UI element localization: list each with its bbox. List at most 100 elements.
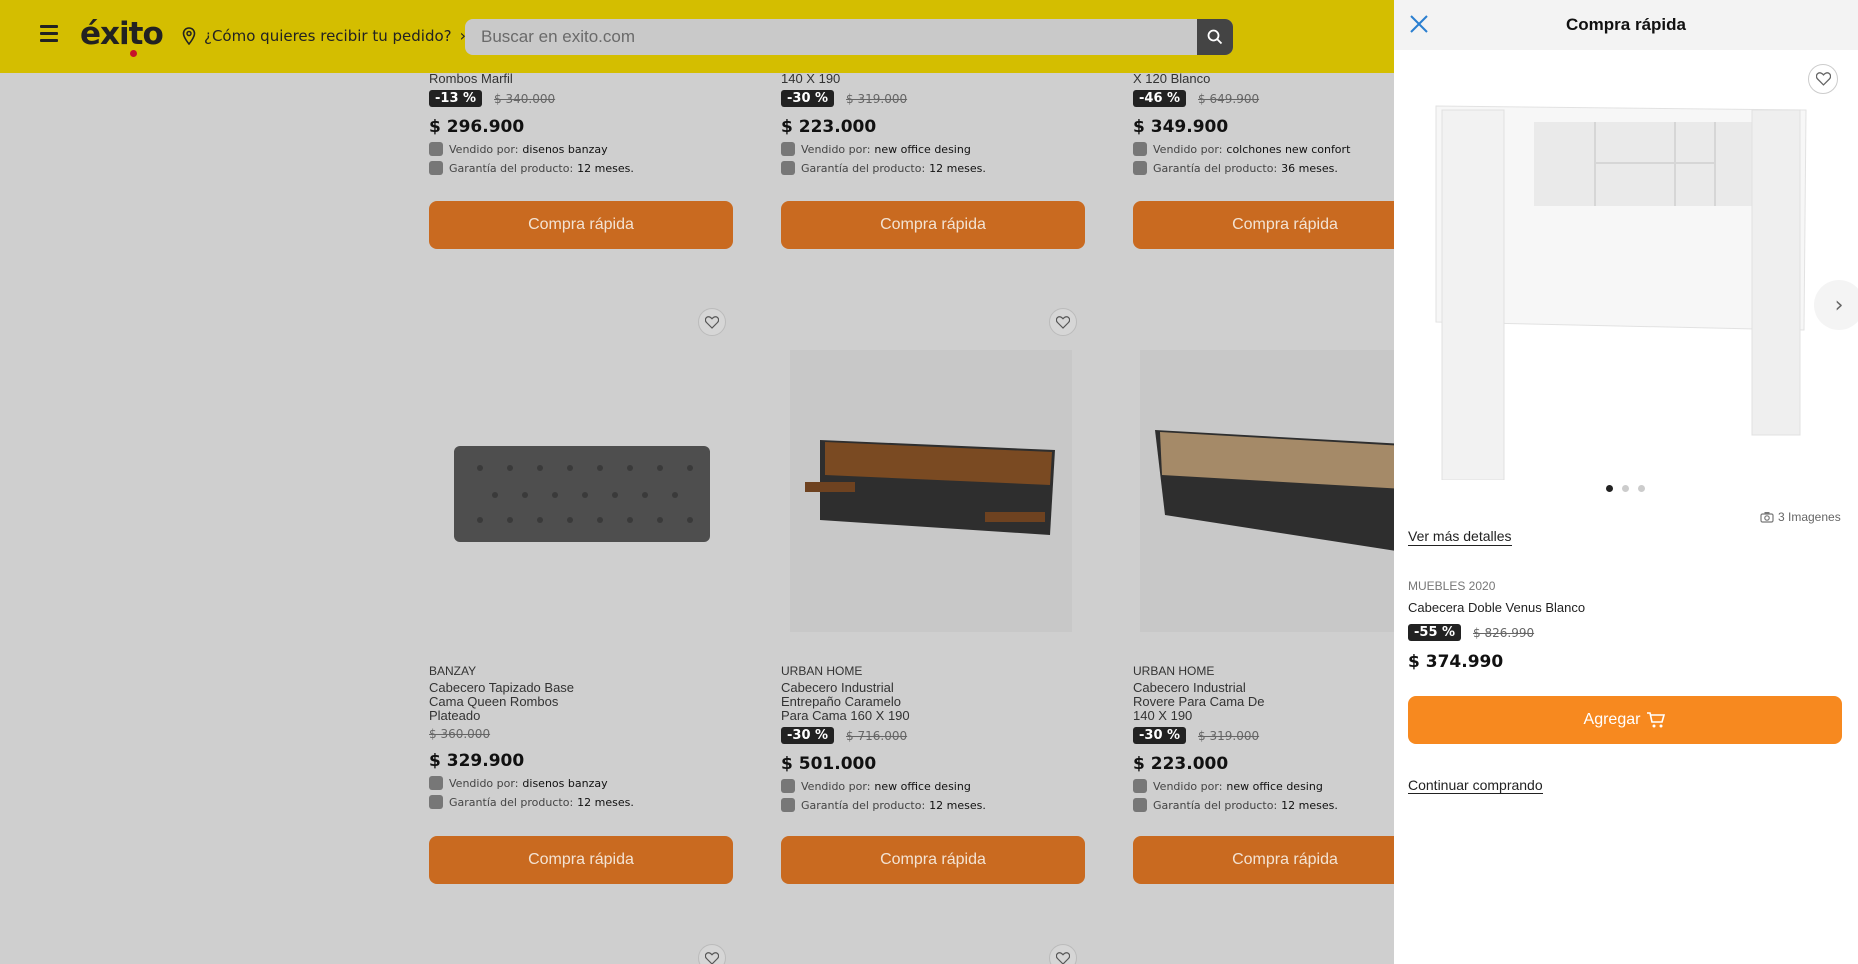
warranty-info: Garantía del producto: 36 meses.	[1133, 161, 1437, 175]
view-more-details-link[interactable]: Ver más detalles	[1408, 528, 1512, 546]
product-name-line1[interactable]: Cabecero Tapizado Base	[429, 681, 733, 695]
product-card: 140 X 190 -30 % $ 319.000 $ 223.000 Vendi…	[781, 72, 1085, 175]
product-name-line2[interactable]: Rovere Para Cama De	[1133, 695, 1437, 709]
price-line: -46 % $ 649.900	[1133, 90, 1437, 107]
warranty-value: 12 meses.	[929, 161, 986, 175]
search-input[interactable]	[465, 19, 1197, 55]
tag-icon	[429, 776, 443, 790]
quick-buy-drawer: Compra rápida › 3 Imagenes Ver más detal…	[1394, 0, 1858, 964]
product-price: $ 223.000	[1133, 754, 1229, 774]
product-name-line2[interactable]: Cama Queen Rombos	[429, 695, 733, 709]
discount-badge: -30 %	[781, 90, 835, 107]
seller-name: new office desing	[1226, 779, 1323, 793]
exito-logo[interactable]: éxito	[80, 16, 164, 57]
product-card: X 120 Blanco -46 % $ 649.900 $ 349.900 Ve…	[1133, 72, 1437, 175]
discount-badge: -46 %	[1133, 90, 1187, 107]
badge-check-icon	[1133, 798, 1147, 812]
old-price: $ 360.000	[429, 727, 491, 741]
old-price: $ 319.000	[846, 91, 908, 106]
badge-check-icon	[429, 161, 443, 175]
tag-icon	[781, 142, 795, 156]
product-price: $ 296.900	[429, 117, 525, 137]
product-card: URBAN HOME Cabecero Industrial Entrepaño…	[781, 664, 1085, 812]
quick-buy-button[interactable]: Compra rápida	[429, 201, 733, 249]
discount-badge: -30 %	[781, 727, 835, 744]
search-button[interactable]	[1197, 19, 1233, 55]
image-next-chevron-icon[interactable]: ›	[1814, 280, 1858, 330]
quick-buy-button[interactable]: Compra rápida	[1133, 836, 1437, 884]
drawer-product-brand: MUEBLES 2020	[1408, 579, 1496, 593]
seller-info: Vendido por: new office desing	[781, 779, 1085, 793]
seller-label: Vendido por:	[449, 142, 519, 156]
seller-info: Vendido por: colchones new confort	[1133, 142, 1437, 156]
quick-buy-button[interactable]: Compra rápida	[429, 836, 733, 884]
favorite-heart-icon[interactable]	[698, 944, 726, 964]
carousel-dot[interactable]	[1606, 485, 1613, 492]
product-image-industrial-rovere-headboard[interactable]	[1140, 350, 1422, 632]
discount-badge: -13 %	[429, 90, 483, 107]
product-name-line1[interactable]: Cabecero Industrial	[1133, 681, 1437, 695]
product-price: $ 349.900	[1133, 117, 1229, 137]
warranty-value: 12 meses.	[929, 798, 986, 812]
drawer-product-price: $ 374.990	[1408, 652, 1504, 672]
tag-icon	[781, 779, 795, 793]
continue-shopping-link[interactable]: Continuar comprando	[1408, 777, 1543, 794]
product-name-line1[interactable]: Cabecero Industrial	[781, 681, 1085, 695]
price-line: -30 % $ 716.000	[781, 727, 1085, 744]
product-name-line2[interactable]: Entrepaño Caramelo	[781, 695, 1085, 709]
warranty-value: 12 meses.	[577, 795, 634, 809]
quick-buy-button[interactable]: Compra rápida	[781, 836, 1085, 884]
discount-badge: -30 %	[1133, 727, 1187, 744]
product-price: $ 501.000	[781, 754, 877, 774]
seller-name: disenos banzay	[522, 776, 608, 790]
old-price: $ 340.000	[494, 91, 556, 106]
product-card: BANZAY Cabecero Tapizado Base Cama Queen…	[429, 664, 733, 809]
product-name-line3[interactable]: Plateado	[429, 709, 733, 723]
old-price: $ 319.000	[1198, 728, 1260, 743]
carousel-dot[interactable]	[1638, 485, 1645, 492]
old-price: $ 826.990	[1473, 625, 1535, 640]
add-to-cart-label: Agregar	[1583, 711, 1641, 728]
price-line: $ 360.000	[429, 727, 733, 741]
camera-icon	[1760, 512, 1774, 523]
product-image-tufted-headboard[interactable]	[440, 350, 722, 632]
product-name[interactable]: X 120 Blanco	[1133, 72, 1437, 86]
quick-buy-button[interactable]: Compra rápida	[781, 201, 1085, 249]
product-brand: URBAN HOME	[1133, 664, 1215, 678]
product-image-industrial-caramel-headboard[interactable]	[790, 350, 1072, 632]
product-brand: BANZAY	[429, 664, 477, 678]
seller-name: new office desing	[874, 142, 971, 156]
seller-label: Vendido por:	[1153, 779, 1223, 793]
old-price: $ 649.900	[1198, 91, 1260, 106]
product-image-white-headboard[interactable]	[1434, 100, 1814, 480]
add-to-cart-button[interactable]: Agregar	[1408, 696, 1842, 744]
menu-hamburger-icon[interactable]	[40, 25, 58, 45]
product-name[interactable]: Rombos Marfil	[429, 72, 733, 86]
warranty-label: Garantía del producto:	[1153, 161, 1278, 175]
seller-name: new office desing	[874, 779, 971, 793]
seller-label: Vendido por:	[801, 779, 871, 793]
price-line: -13 % $ 340.000	[429, 90, 733, 107]
quick-buy-button[interactable]: Compra rápida	[1133, 201, 1437, 249]
warranty-label: Garantía del producto:	[1153, 798, 1278, 812]
product-price: $ 329.900	[429, 751, 525, 771]
drawer-title: Compra rápida	[1566, 15, 1686, 34]
carousel-dot[interactable]	[1622, 485, 1629, 492]
price-line: -30 % $ 319.000	[781, 90, 1085, 107]
seller-label: Vendido por:	[801, 142, 871, 156]
badge-check-icon	[781, 161, 795, 175]
product-price: $ 223.000	[781, 117, 877, 137]
product-name[interactable]: 140 X 190	[781, 72, 1085, 86]
favorite-heart-icon[interactable]	[1808, 64, 1838, 94]
tag-icon	[1133, 142, 1147, 156]
delivery-location-selector[interactable]: ¿Cómo quieres recibir tu pedido? ›	[182, 26, 466, 45]
product-name-line3[interactable]: Para Cama 160 X 190	[781, 709, 1085, 723]
favorite-heart-icon[interactable]	[698, 308, 726, 336]
search-bar	[465, 19, 1233, 55]
seller-info: Vendido por: new office desing	[781, 142, 1085, 156]
favorite-heart-icon[interactable]	[1049, 944, 1077, 964]
favorite-heart-icon[interactable]	[1049, 308, 1077, 336]
search-icon	[1207, 29, 1223, 45]
product-name-line3[interactable]: 140 X 190	[1133, 709, 1437, 723]
warranty-label: Garantía del producto:	[449, 795, 574, 809]
